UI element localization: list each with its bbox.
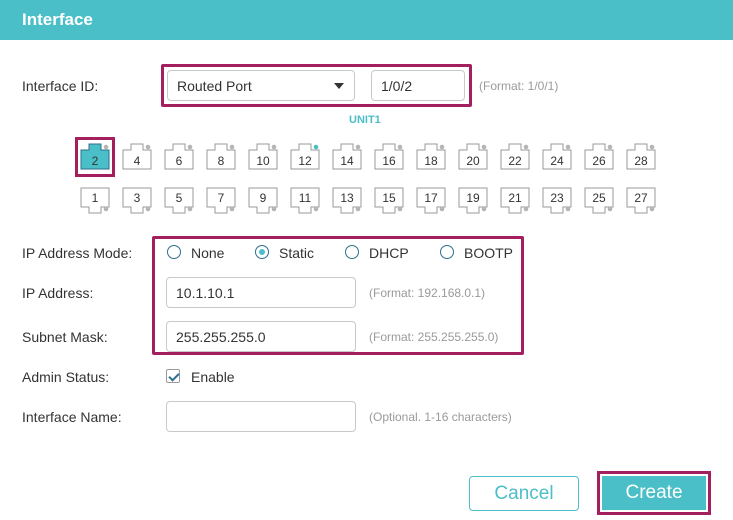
admin-status-label: Admin Status: [22, 369, 110, 385]
create-button[interactable]: Create [602, 476, 706, 510]
dialog-header: Interface [0, 0, 733, 40]
port-number: 5 [175, 191, 183, 205]
port-number: 1 [91, 191, 99, 205]
port-number: 4 [133, 154, 141, 168]
subnet-mask-input[interactable] [166, 321, 356, 352]
port-number: 25 [592, 191, 606, 205]
port-20[interactable]: 20 [458, 143, 488, 170]
interface-type-select[interactable]: Routed Port [167, 70, 355, 101]
port-16[interactable]: 16 [374, 143, 404, 170]
port-23[interactable]: 23 [542, 187, 572, 214]
subnet-mask-label: Subnet Mask: [22, 329, 108, 345]
port-number: 20 [466, 154, 480, 168]
port-number: 3 [133, 191, 141, 205]
port-9[interactable]: 9 [248, 187, 278, 214]
port-11[interactable]: 11 [290, 187, 320, 214]
ip-address-label: IP Address: [22, 285, 94, 301]
selected-port-highlight [75, 137, 115, 177]
radio-dhcp-label: DHCP [369, 245, 409, 261]
interface-name-input[interactable] [166, 401, 356, 432]
interface-dialog: Interface Interface ID: Routed Port (For… [0, 0, 733, 520]
cancel-button[interactable]: Cancel [469, 476, 579, 511]
admin-status-enable-label: Enable [191, 369, 235, 385]
port-1[interactable]: 1 [80, 187, 110, 214]
port-number: 26 [592, 154, 606, 168]
port-8[interactable]: 8 [206, 143, 236, 170]
port-number: 22 [508, 154, 522, 168]
port-13[interactable]: 13 [332, 187, 362, 214]
interface-port-input[interactable] [371, 70, 465, 101]
port-number: 10 [256, 154, 270, 168]
port-number: 16 [382, 154, 396, 168]
port-6[interactable]: 6 [164, 143, 194, 170]
ip-mode-label: IP Address Mode: [22, 245, 133, 261]
port-number: 24 [550, 154, 564, 168]
port-number: 8 [217, 154, 225, 168]
dialog-title: Interface [22, 10, 93, 29]
chevron-down-icon [334, 83, 344, 89]
radio-dhcp[interactable] [345, 245, 359, 259]
interface-type-value: Routed Port [177, 78, 252, 94]
interface-name-hint: (Optional. 1-16 characters) [369, 410, 512, 424]
ip-address-format-hint: (Format: 192.168.0.1) [369, 286, 486, 300]
interface-id-format-hint: (Format: 1/0/1) [479, 79, 559, 93]
port-14[interactable]: 14 [332, 143, 362, 170]
port-number: 27 [634, 191, 648, 205]
port-5[interactable]: 5 [164, 187, 194, 214]
port-27[interactable]: 27 [626, 187, 656, 214]
unit-label: UNIT1 [349, 114, 381, 126]
port-number: 11 [298, 191, 312, 205]
port-number: 9 [259, 191, 267, 205]
interface-name-label: Interface Name: [22, 409, 122, 425]
port-10[interactable]: 10 [248, 143, 278, 170]
port-12[interactable]: 12 [290, 143, 320, 170]
port-4[interactable]: 4 [122, 143, 152, 170]
port-19[interactable]: 19 [458, 187, 488, 214]
port-number: 17 [424, 191, 438, 205]
port-22[interactable]: 22 [500, 143, 530, 170]
ip-address-input[interactable] [166, 277, 356, 308]
port-3[interactable]: 3 [122, 187, 152, 214]
radio-none-label: None [191, 245, 225, 261]
radio-static-label: Static [279, 245, 315, 261]
port-number: 7 [217, 191, 225, 205]
port-number: 18 [424, 154, 438, 168]
port-number: 23 [550, 191, 564, 205]
admin-status-checkbox[interactable] [166, 369, 180, 383]
port-number: 12 [298, 154, 312, 168]
port-number: 15 [382, 191, 396, 205]
port-number: 28 [634, 154, 648, 168]
port-number: 19 [466, 191, 480, 205]
radio-none[interactable] [167, 245, 181, 259]
port-26[interactable]: 26 [584, 143, 614, 170]
port-15[interactable]: 15 [374, 187, 404, 214]
port-number: 21 [508, 191, 522, 205]
radio-bootp-label: BOOTP [464, 245, 514, 261]
port-25[interactable]: 25 [584, 187, 614, 214]
subnet-mask-format-hint: (Format: 255.255.255.0) [369, 330, 499, 344]
port-number: 13 [340, 191, 354, 205]
port-number: 14 [340, 154, 354, 168]
port-7[interactable]: 7 [206, 187, 236, 214]
port-28[interactable]: 28 [626, 143, 656, 170]
port-number: 6 [175, 154, 183, 168]
port-21[interactable]: 21 [500, 187, 530, 214]
radio-bootp[interactable] [440, 245, 454, 259]
port-24[interactable]: 24 [542, 143, 572, 170]
radio-static[interactable] [255, 245, 269, 259]
interface-id-label: Interface ID: [22, 78, 99, 94]
port-18[interactable]: 18 [416, 143, 446, 170]
port-17[interactable]: 17 [416, 187, 446, 214]
